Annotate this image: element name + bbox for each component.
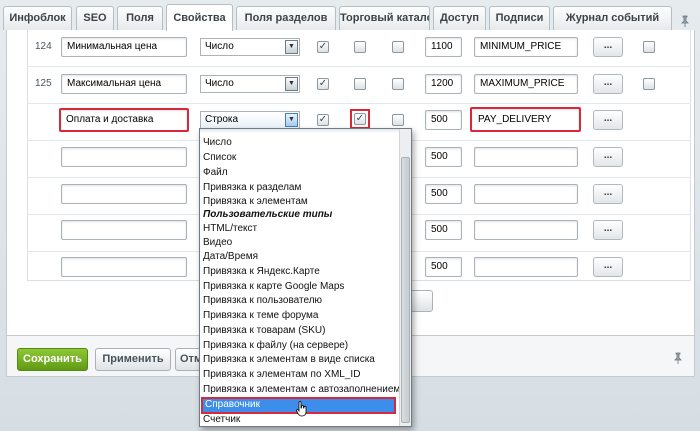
- tab-seo[interactable]: SEO: [76, 6, 114, 30]
- searchable-checkbox[interactable]: [643, 78, 655, 90]
- property-name-input[interactable]: [61, 147, 187, 167]
- property-type-select[interactable]: Число ▼: [200, 38, 300, 56]
- property-name-input[interactable]: [61, 184, 187, 204]
- dropdown-option[interactable]: Привязка к разделам: [203, 180, 399, 195]
- multiple-checkbox[interactable]: [354, 41, 366, 53]
- property-name-input[interactable]: Минимальная цена: [61, 37, 187, 57]
- property-name-input[interactable]: [61, 220, 187, 240]
- property-type-select[interactable]: Число ▼: [200, 75, 300, 93]
- dropdown-option[interactable]: Привязка к элементам по XML_ID: [203, 367, 399, 382]
- tab-event-log[interactable]: Журнал событий: [553, 6, 672, 30]
- dropdown-option[interactable]: HTML/текст: [203, 221, 399, 236]
- dropdown-option[interactable]: Привязка к теме форума: [203, 308, 399, 323]
- sort-input[interactable]: 500: [425, 147, 462, 167]
- dropdown-scrollbar[interactable]: [399, 129, 411, 426]
- property-name-input[interactable]: Оплата и доставка: [59, 108, 189, 132]
- property-name-input[interactable]: Максимальная цена: [61, 74, 187, 94]
- sort-input[interactable]: 500: [425, 257, 462, 277]
- sort-input[interactable]: 500: [425, 220, 462, 240]
- multiple-checkbox[interactable]: [354, 78, 366, 90]
- property-name-input[interactable]: [61, 257, 187, 277]
- type-dropdown-list: Число Список Файл Привязка к разделам Пр…: [199, 128, 412, 427]
- properties-page: Инфоблок SEO Поля Свойства Поля разделов…: [0, 0, 700, 431]
- dropdown-group-label: Пользовательские типы: [203, 209, 333, 220]
- active-checkbox[interactable]: ✓: [317, 78, 329, 90]
- tab-trade-catalog[interactable]: Торговый каталог: [339, 6, 430, 30]
- code-input[interactable]: MAXIMUM_PRICE: [474, 74, 578, 94]
- chevron-down-icon: ▼: [285, 113, 298, 127]
- dropdown-option[interactable]: Привязка к Яндекс.Карте: [203, 264, 399, 279]
- row-id: 125: [35, 78, 52, 89]
- save-button[interactable]: Сохранить: [17, 348, 88, 371]
- dropdown-option[interactable]: Привязка к элементам в виде списка: [203, 352, 399, 367]
- dropdown-option[interactable]: Число: [203, 135, 399, 150]
- code-input[interactable]: PAY_DELIVERY: [470, 107, 581, 132]
- pin-icon[interactable]: [679, 15, 691, 27]
- tab-access[interactable]: Доступ: [433, 6, 486, 30]
- sort-input[interactable]: 1200: [425, 74, 462, 94]
- more-button[interactable]: ...: [593, 110, 623, 130]
- more-button[interactable]: ...: [593, 37, 623, 57]
- dropdown-option[interactable]: Привязка к пользователю: [203, 293, 399, 308]
- more-button[interactable]: ...: [593, 147, 623, 167]
- dropdown-option[interactable]: Привязка к файлу (на сервере): [203, 338, 399, 353]
- code-input[interactable]: [474, 220, 578, 240]
- searchable-checkbox[interactable]: [643, 41, 655, 53]
- property-type-select[interactable]: Строка ▼: [200, 111, 300, 129]
- dropdown-option[interactable]: Привязка к товарам (SKU): [203, 323, 399, 338]
- code-input[interactable]: [474, 147, 578, 167]
- tab-bar: Инфоблок SEO Поля Свойства Поля разделов…: [3, 4, 698, 31]
- code-input[interactable]: [474, 184, 578, 204]
- code-input[interactable]: [474, 257, 578, 277]
- more-button[interactable]: ...: [593, 74, 623, 94]
- dropdown-option[interactable]: Видео: [203, 235, 399, 250]
- tab-captions[interactable]: Подписи: [489, 6, 550, 30]
- active-checkbox[interactable]: ✓: [317, 41, 329, 53]
- required-checkbox[interactable]: [392, 41, 404, 53]
- property-row-125: 125 Максимальная цена Число ▼ ✓ 1200 MAXI…: [27, 67, 691, 104]
- sort-input[interactable]: 500: [425, 184, 462, 204]
- chevron-down-icon: ▼: [285, 40, 298, 54]
- scrollbar-thumb[interactable]: [401, 157, 410, 423]
- tab-infoblock[interactable]: Инфоблок: [3, 6, 72, 30]
- multiple-checkbox[interactable]: ✓: [354, 113, 366, 125]
- tab-properties[interactable]: Свойства: [166, 4, 233, 31]
- sort-input[interactable]: 1100: [425, 37, 462, 57]
- pin-icon[interactable]: [673, 352, 683, 364]
- chevron-down-icon: ▼: [285, 77, 298, 91]
- active-checkbox[interactable]: ✓: [317, 114, 329, 126]
- hand-cursor-icon: [296, 401, 307, 417]
- more-button[interactable]: ...: [593, 184, 623, 204]
- more-button[interactable]: ...: [593, 257, 623, 277]
- sort-input[interactable]: 500: [425, 110, 462, 130]
- property-row-124: 124 Минимальная цена Число ▼ ✓ 1100 MINIM…: [27, 30, 691, 67]
- dropdown-option[interactable]: Файл: [203, 165, 399, 180]
- dropdown-option[interactable]: Список: [203, 150, 399, 165]
- dropdown-option[interactable]: Дата/Время: [203, 249, 399, 264]
- code-input[interactable]: MINIMUM_PRICE: [474, 37, 578, 57]
- required-checkbox[interactable]: [392, 78, 404, 90]
- row-id: 124: [35, 41, 52, 52]
- tab-section-fields[interactable]: Поля разделов: [236, 6, 336, 30]
- dropdown-option[interactable]: Привязка к карте Google Maps: [203, 279, 399, 294]
- tab-fields[interactable]: Поля: [117, 6, 163, 30]
- apply-button[interactable]: Применить: [95, 348, 171, 371]
- required-checkbox[interactable]: [392, 114, 404, 126]
- more-button[interactable]: ...: [593, 220, 623, 240]
- dropdown-option[interactable]: Привязка к элементам с автозаполнением: [203, 382, 399, 397]
- list-top-edge: [200, 129, 400, 133]
